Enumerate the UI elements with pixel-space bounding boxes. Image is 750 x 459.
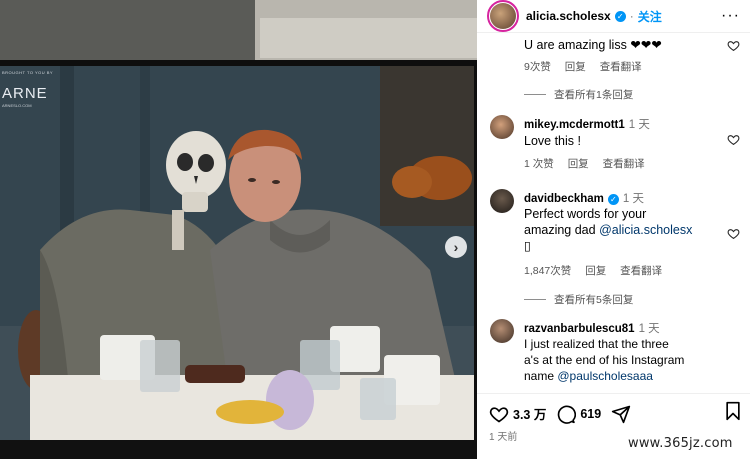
comment-translate-button[interactable]: 查看翻译 [620,265,662,277]
view-replies-button[interactable]: 查看所有1条回复 [524,87,633,102]
like-count: 3.3 万 [513,408,547,422]
comment-icon [558,405,577,424]
chevron-right-icon: › [453,239,459,255]
commenter-avatar[interactable] [490,189,514,213]
show-brand-logo: BROUGHT TO YOU BY ARNE ARNESLO.COM [2,70,53,108]
comment-text: Perfect words for your amazing dad @alic… [524,206,724,254]
commenter-username[interactable]: davidbeckham [524,193,604,205]
save-button[interactable] [724,401,742,426]
comment-text-line: ▯ [524,239,531,253]
brand-url: ARNESLO.COM [2,103,32,108]
verified-badge-icon: ✓ [607,194,619,205]
comment-time: 1 天 [622,193,644,205]
brand-name: ARNE [2,85,48,102]
comment-translate-button[interactable]: 查看翻译 [600,61,642,73]
comment-reply-button[interactable]: 回复 [585,265,606,277]
comment-button[interactable]: 619 [556,404,601,424]
site-watermark: www.365jz.com [628,436,733,451]
post-photo: BROUGHT TO YOU BY ARNE ARNESLO.COM › [0,0,477,459]
comment-reply-button[interactable]: 回复 [565,61,586,73]
comment-reply-button[interactable]: 回复 [568,158,589,170]
comment-likes[interactable]: 1,847次赞 [524,265,571,277]
comment-text: U are amazing liss ❤❤❤ [524,38,662,52]
comment-like-icon[interactable] [727,133,740,146]
like-button[interactable]: 3.3 万 [489,404,546,424]
comment-text-line: Perfect words for your [524,207,647,221]
comment-time: 1 天 [638,323,660,335]
comment-text-line: a's at the end of his Instagram [524,353,685,367]
photo-illustration [0,0,477,459]
verified-badge-icon: ✓ [614,10,626,22]
share-icon [612,405,631,423]
bookmark-icon [726,401,740,421]
comment-time: 1 天 [628,119,650,131]
post-action-bar: 3.3 万 619 [477,393,750,433]
brand-tagline: BROUGHT TO YOU BY [2,70,54,75]
divider-line [524,299,546,300]
comment-item: razvanbarbulescu81 1 天 I just realized th… [477,317,750,393]
comment-text: I just realized that the three a's at th… [524,336,739,384]
author-avatar[interactable] [487,0,519,32]
post-side-panel: alicia.scholesx ✓ · 关注 ··· U are amazing… [477,0,750,459]
comment-meta: 9次赞 回复 查看翻译 [524,59,653,74]
commenter-username[interactable]: razvanbarbulescu81 [524,323,635,335]
comment-like-icon[interactable] [727,227,740,240]
commenter-avatar[interactable] [490,319,514,343]
comment-mention-link[interactable]: @alicia.scholesx [599,223,692,237]
comment-text: Love this ! [524,134,581,148]
comment-count: 619 [580,406,602,421]
comment-meta: 1 次赞 回复 查看翻译 [524,156,656,171]
divider-line [524,94,546,95]
comment-item: davidbeckham ✓ 1 天 Perfect words for your … [477,187,750,287]
more-options-icon[interactable]: ··· [721,8,740,24]
follow-button[interactable]: 关注 [638,8,662,25]
carousel-next-button[interactable]: › [445,236,467,258]
comment-text-line: name [524,369,555,383]
comment-item: U are amazing liss ❤❤❤ 9次赞 回复 查看翻译 [477,33,750,93]
post-header: alicia.scholesx ✓ · 关注 ··· [477,0,750,33]
comment-item: mikey.mcdermott1 1 天 Love this ! 1 次赞 回复 … [477,113,750,173]
view-replies-label: 查看所有1条回复 [554,89,634,101]
comments-list: U are amazing liss ❤❤❤ 9次赞 回复 查看翻译 查看所有1… [477,33,750,393]
heart-icon [489,406,509,422]
comment-likes[interactable]: 9次赞 [524,61,551,73]
comment-likes[interactable]: 1 次赞 [524,158,554,170]
comment-mention-link[interactable]: @paulscholesaaa [557,369,653,383]
comment-text-line: I just realized that the three [524,337,669,351]
post-timestamp: 1 天前 [489,432,518,443]
commenter-avatar[interactable] [490,115,514,139]
commenter-username[interactable]: mikey.mcdermott1 [524,119,625,131]
comment-meta: 1,847次赞 回复 查看翻译 [524,263,673,278]
comment-like-icon[interactable] [727,39,740,52]
comment-text-line: amazing dad [524,223,596,237]
comment-translate-button[interactable]: 查看翻译 [603,158,645,170]
author-username[interactable]: alicia.scholesx [526,9,611,23]
share-button[interactable] [611,404,635,424]
view-replies-button[interactable]: 查看所有5条回复 [524,292,633,307]
separator-dot: · [629,9,634,23]
view-replies-label: 查看所有5条回复 [554,294,634,306]
